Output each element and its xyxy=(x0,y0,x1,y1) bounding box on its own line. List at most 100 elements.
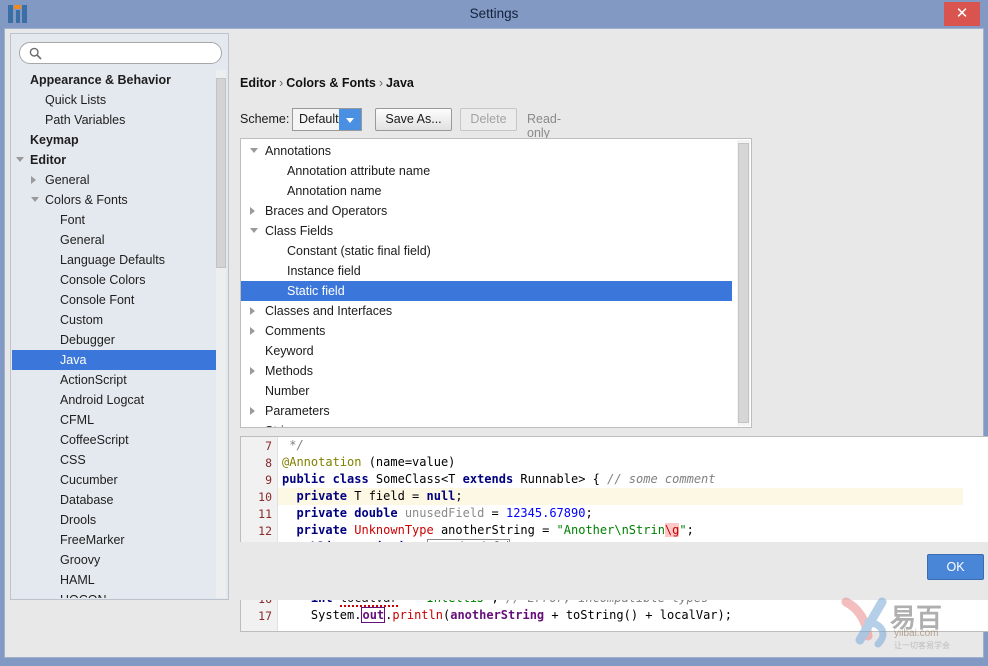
sidebar-item-path-variables[interactable]: Path Variables xyxy=(12,110,218,130)
sidebar-item-general[interactable]: General xyxy=(12,170,218,190)
color-tree-item-class-fields[interactable]: Class Fields xyxy=(241,221,732,241)
color-tree-item-methods[interactable]: Methods xyxy=(241,361,732,381)
color-tree-item-constant-static-final-field[interactable]: Constant (static final field) xyxy=(241,241,732,261)
close-icon[interactable]: ✕ xyxy=(944,2,980,26)
line-number: 12 xyxy=(258,524,272,538)
breadcrumb-editor[interactable]: Editor xyxy=(240,76,276,90)
search-box[interactable] xyxy=(19,42,222,64)
sidebar-item-label: Language Defaults xyxy=(60,253,165,267)
line-number: 10 xyxy=(258,490,272,504)
sidebar-item-general[interactable]: General xyxy=(12,230,218,250)
sidebar-item-cucumber[interactable]: Cucumber xyxy=(12,470,218,490)
breadcrumb-colors-fonts[interactable]: Colors & Fonts xyxy=(286,76,376,90)
color-tree-item-strings[interactable]: Strings xyxy=(241,421,732,427)
sidebar-item-console-font[interactable]: Console Font xyxy=(12,290,218,310)
chevron-right-icon[interactable] xyxy=(250,307,255,315)
scheme-selected-value: Default xyxy=(299,112,339,126)
sidebar-item-keymap[interactable]: Keymap xyxy=(12,130,218,150)
sidebar-item-label: Font xyxy=(60,213,86,227)
color-tree-item-label: Class Fields xyxy=(265,224,334,238)
chevron-down-icon[interactable] xyxy=(16,157,24,162)
sidebar-item-label: HAML xyxy=(60,573,95,587)
sidebar-item-label: FreeMarker xyxy=(60,533,125,547)
chevron-down-icon[interactable] xyxy=(250,148,258,153)
ok-button[interactable]: OK xyxy=(927,554,984,580)
breadcrumb-java[interactable]: Java xyxy=(386,76,414,90)
chevron-right-icon[interactable] xyxy=(250,367,255,375)
color-tree-item-annotation-attribute-name[interactable]: Annotation attribute name xyxy=(241,161,732,181)
sidebar-item-quick-lists[interactable]: Quick Lists xyxy=(12,90,218,110)
sidebar-item-custom[interactable]: Custom xyxy=(12,310,218,330)
code-area[interactable]: */ @Annotation (name=value) public class… xyxy=(278,437,964,631)
sidebar-item-coffeescript[interactable]: CoffeeScript xyxy=(12,430,218,450)
sidebar-item-label: Cucumber xyxy=(60,473,118,487)
scheme-dropdown[interactable]: Default xyxy=(292,108,362,131)
color-tree-item-annotation-name[interactable]: Annotation name xyxy=(241,181,732,201)
color-settings-tree[interactable]: Annotations Annotation attribute name Anno… xyxy=(241,141,732,427)
color-tree-item-static-field[interactable]: Static field xyxy=(241,281,732,301)
chevron-down-icon[interactable] xyxy=(339,109,361,130)
settings-content: Editor › Colors & Fonts › Java Scheme: Defau… xyxy=(235,33,988,632)
sidebar-item-debugger[interactable]: Debugger xyxy=(12,330,218,350)
sidebar-item-label: Console Colors xyxy=(60,273,146,287)
sidebar-item-label: Appearance & Behavior xyxy=(30,73,172,87)
sidebar-item-android-logcat[interactable]: Android Logcat xyxy=(12,390,218,410)
chevron-down-icon[interactable] xyxy=(31,197,39,202)
breadcrumb: Editor › Colors & Fonts › Java xyxy=(240,76,414,90)
chevron-right-icon[interactable] xyxy=(31,176,36,184)
chevron-right-icon[interactable] xyxy=(250,327,255,335)
chevron-right-icon[interactable] xyxy=(250,207,255,215)
sidebar-item-hocon[interactable]: HOCON xyxy=(12,590,218,598)
sidebar-item-label: Custom xyxy=(60,313,104,327)
sidebar-item-database[interactable]: Database xyxy=(12,490,218,510)
color-tree-item-label: Keyword xyxy=(265,344,314,358)
color-tree-item-braces-and-operators[interactable]: Braces and Operators xyxy=(241,201,732,221)
sidebar-item-actionscript[interactable]: ActionScript xyxy=(12,370,218,390)
settings-tree[interactable]: Appearance & Behavior Quick Lists Path Var… xyxy=(12,70,218,598)
sidebar-item-language-defaults[interactable]: Language Defaults xyxy=(12,250,218,270)
color-tree-item-label: Constant (static final field) xyxy=(287,244,431,258)
color-tree-scrollbar-thumb[interactable] xyxy=(738,143,749,423)
sidebar-item-java[interactable]: Java xyxy=(12,350,218,370)
sidebar-item-label: Debugger xyxy=(60,333,115,347)
color-tree-item-label: Comments xyxy=(265,324,326,338)
chevron-down-icon[interactable] xyxy=(250,228,258,233)
color-tree-item-classes-and-interfaces[interactable]: Classes and Interfaces xyxy=(241,301,732,321)
color-tree-item-label: Annotations xyxy=(265,144,332,158)
sidebar-scrollbar-thumb[interactable] xyxy=(216,78,226,268)
color-tree-item-keyword[interactable]: Keyword xyxy=(241,341,732,361)
color-tree-item-instance-field[interactable]: Instance field xyxy=(241,261,732,281)
color-tree-item-parameters[interactable]: Parameters xyxy=(241,401,732,421)
save-as-button[interactable]: Save As... xyxy=(375,108,452,131)
line-number-gutter: 7891011121314151617 xyxy=(241,437,278,631)
sidebar-item-freemarker[interactable]: FreeMarker xyxy=(12,530,218,550)
color-tree-item-label: Static field xyxy=(287,284,345,298)
sidebar-item-label: General xyxy=(60,233,105,247)
sidebar-item-font[interactable]: Font xyxy=(12,210,218,230)
title-bar: Settings ✕ xyxy=(0,0,988,28)
sidebar-item-label: CFML xyxy=(60,413,95,427)
color-tree-item-number[interactable]: Number xyxy=(241,381,732,401)
sidebar-item-label: Android Logcat xyxy=(60,393,145,407)
search-input[interactable] xyxy=(46,45,218,64)
sidebar-item-label: Quick Lists xyxy=(45,93,107,107)
sidebar-item-appearance-behavior[interactable]: Appearance & Behavior xyxy=(12,70,218,90)
line-number: 8 xyxy=(265,456,272,470)
sidebar-item-console-colors[interactable]: Console Colors xyxy=(12,270,218,290)
breadcrumb-separator-2: › xyxy=(378,76,384,90)
color-tree-item-annotations[interactable]: Annotations xyxy=(241,141,732,161)
sidebar-item-css[interactable]: CSS xyxy=(12,450,218,470)
code-preview[interactable]: 7891011121314151617 */ @Annotation (name… xyxy=(240,436,988,632)
color-tree-item-comments[interactable]: Comments xyxy=(241,321,732,341)
breadcrumb-separator-1: › xyxy=(279,76,284,90)
line-number: 11 xyxy=(258,507,272,521)
sidebar-item-label: ActionScript xyxy=(60,373,127,387)
sidebar-item-drools[interactable]: Drools xyxy=(12,510,218,530)
sidebar-item-colors-fonts[interactable]: Colors & Fonts xyxy=(12,190,218,210)
search-icon xyxy=(29,47,42,60)
chevron-right-icon[interactable] xyxy=(250,407,255,415)
sidebar-item-groovy[interactable]: Groovy xyxy=(12,550,218,570)
sidebar-item-haml[interactable]: HAML xyxy=(12,570,218,590)
sidebar-item-editor[interactable]: Editor xyxy=(12,150,218,170)
sidebar-item-cfml[interactable]: CFML xyxy=(12,410,218,430)
